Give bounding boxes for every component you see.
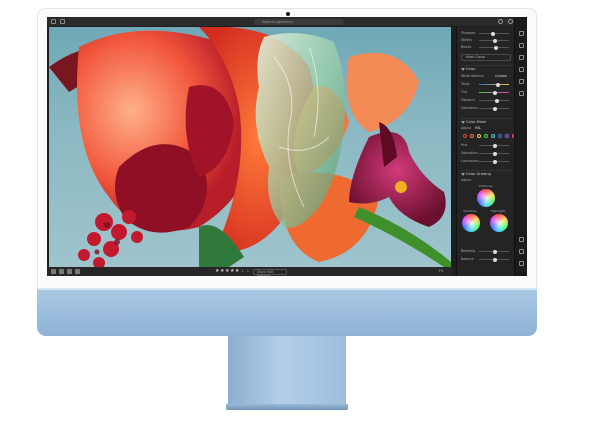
grid-view-icon[interactable] [51,269,56,274]
slider-knob[interactable] [496,82,500,87]
show-edit-settings-button[interactable]: Show Edit Settings [253,268,287,276]
imac-product-shot: Search Lightroom ★★★★★ 1: 1 Show Edit S… [0,0,596,424]
blue-swatch[interactable] [498,134,502,138]
orange-swatch[interactable] [470,134,474,138]
slider-label: Balance [461,257,474,261]
stand [228,336,346,406]
mixer-label: Adjust [461,126,471,130]
slider-knob[interactable] [493,90,497,95]
slider-label: Temp [461,82,470,86]
square-view-icon[interactable] [59,269,64,274]
presets-icon[interactable] [519,91,524,96]
back-icon[interactable] [60,19,65,24]
slider-label: Shadows [461,31,476,35]
camera-icon [286,12,290,16]
slider-row[interactable]: Blacks [461,45,511,51]
red-swatch[interactable] [463,134,467,138]
zoom-dropdown[interactable]: Fit [439,267,443,276]
slider-label: Blacks [461,45,472,49]
display-chin [37,290,537,336]
purple-swatch[interactable] [505,134,509,138]
slider-row[interactable]: Tint [461,90,511,96]
slider-knob[interactable] [493,151,497,156]
shadows-label: Shadows [463,209,477,213]
slider-knob[interactable] [491,31,495,36]
slider-label: Blending [461,249,476,253]
top-toolbar: Search Lightroom [47,17,527,26]
sidebar-toggle-icon[interactable] [51,19,56,24]
green-swatch[interactable] [484,134,488,138]
highlights-color-wheel[interactable] [490,214,508,232]
slider-row[interactable]: Temp [461,82,511,88]
chevron-down-icon [461,121,465,124]
color-section-header[interactable]: Color [460,65,512,72]
slider-label: Saturation [461,106,478,110]
color-swatch-row [463,134,516,138]
slider-label: Hue [461,143,468,147]
midtones-label: Midtones [479,184,493,188]
slider-knob[interactable] [493,159,497,164]
flower-art-photo [49,27,451,267]
help-icon[interactable] [508,19,513,24]
comment-icon[interactable] [519,261,524,266]
color-mixer-header[interactable]: Color Mixer [460,118,512,125]
slider-label: Saturation [461,151,478,155]
slider-knob[interactable] [493,249,497,254]
lightroom-window: Search Lightroom ★★★★★ 1: 1 Show Edit S… [47,17,527,276]
shadows-color-wheel[interactable] [462,214,480,232]
star-rating[interactable]: ★★★★★ [215,267,240,276]
highlights-label: Highlights [490,209,506,213]
edit-panel: Shadows Whites Blacks Mask Group Color W… [456,27,516,276]
slider-label: Whites [461,38,472,42]
color-grading-header[interactable]: Color Grading [460,170,512,177]
yellow-swatch[interactable] [477,134,481,138]
aspect-ratio-label: 1 : 1 [241,269,250,273]
crop-icon[interactable] [519,43,524,48]
mixer-mode-value[interactable]: HSL [475,126,481,130]
wb-value[interactable]: Custom [495,74,507,78]
slider-row[interactable]: Vibrance [461,98,511,104]
slider-row[interactable]: Balance [461,257,511,263]
stand-foot [226,404,348,410]
slider-knob[interactable] [495,98,499,103]
photo-canvas[interactable] [49,27,451,267]
slider-row[interactable]: Luminance [461,159,511,165]
info-icon[interactable] [519,249,524,254]
versions-icon[interactable] [519,237,524,242]
filmstrip-bar: ★★★★★ 1 : 1 Show Edit Settings Fit [47,267,453,276]
detail-view-icon[interactable] [67,269,72,274]
tool-rail [514,17,527,276]
white-balance-row[interactable]: White Balance Custom [461,74,511,80]
slider-knob[interactable] [493,257,497,262]
slider-row[interactable]: Saturation [461,106,511,112]
midtones-color-wheel[interactable] [477,189,495,207]
slider-label: Tint [461,90,468,94]
healing-icon[interactable] [519,55,524,60]
mask-group-button[interactable]: Mask Group [461,54,511,61]
mixer-mode-row[interactable]: Adjust HSL [461,126,511,132]
slider-row[interactable]: Whites [461,38,511,44]
sort-icon[interactable] [75,269,80,274]
slider-label: Luminance [461,159,479,163]
slider-knob[interactable] [493,143,497,148]
slider-label: Vibrance [461,98,476,102]
wb-label: White Balance [461,74,484,78]
search-input[interactable]: Search Lightroom [254,18,344,25]
cloud-sync-icon[interactable] [498,19,503,24]
slider-knob[interactable] [493,38,497,43]
slider-row[interactable]: Shadows [461,31,511,37]
slider-knob[interactable] [494,45,498,50]
slider-row[interactable]: Blending [461,249,511,255]
red-eye-icon[interactable] [519,79,524,84]
slider-row[interactable]: Saturation [461,151,511,157]
grading-adjust-label: Adjust [461,178,471,182]
slider-row[interactable]: Hue [461,143,511,149]
masking-icon[interactable] [519,67,524,72]
slider-knob[interactable] [493,106,497,111]
chevron-down-icon [461,173,465,176]
aqua-swatch[interactable] [491,134,495,138]
chevron-down-icon [461,68,465,71]
edit-icon[interactable] [519,31,524,36]
